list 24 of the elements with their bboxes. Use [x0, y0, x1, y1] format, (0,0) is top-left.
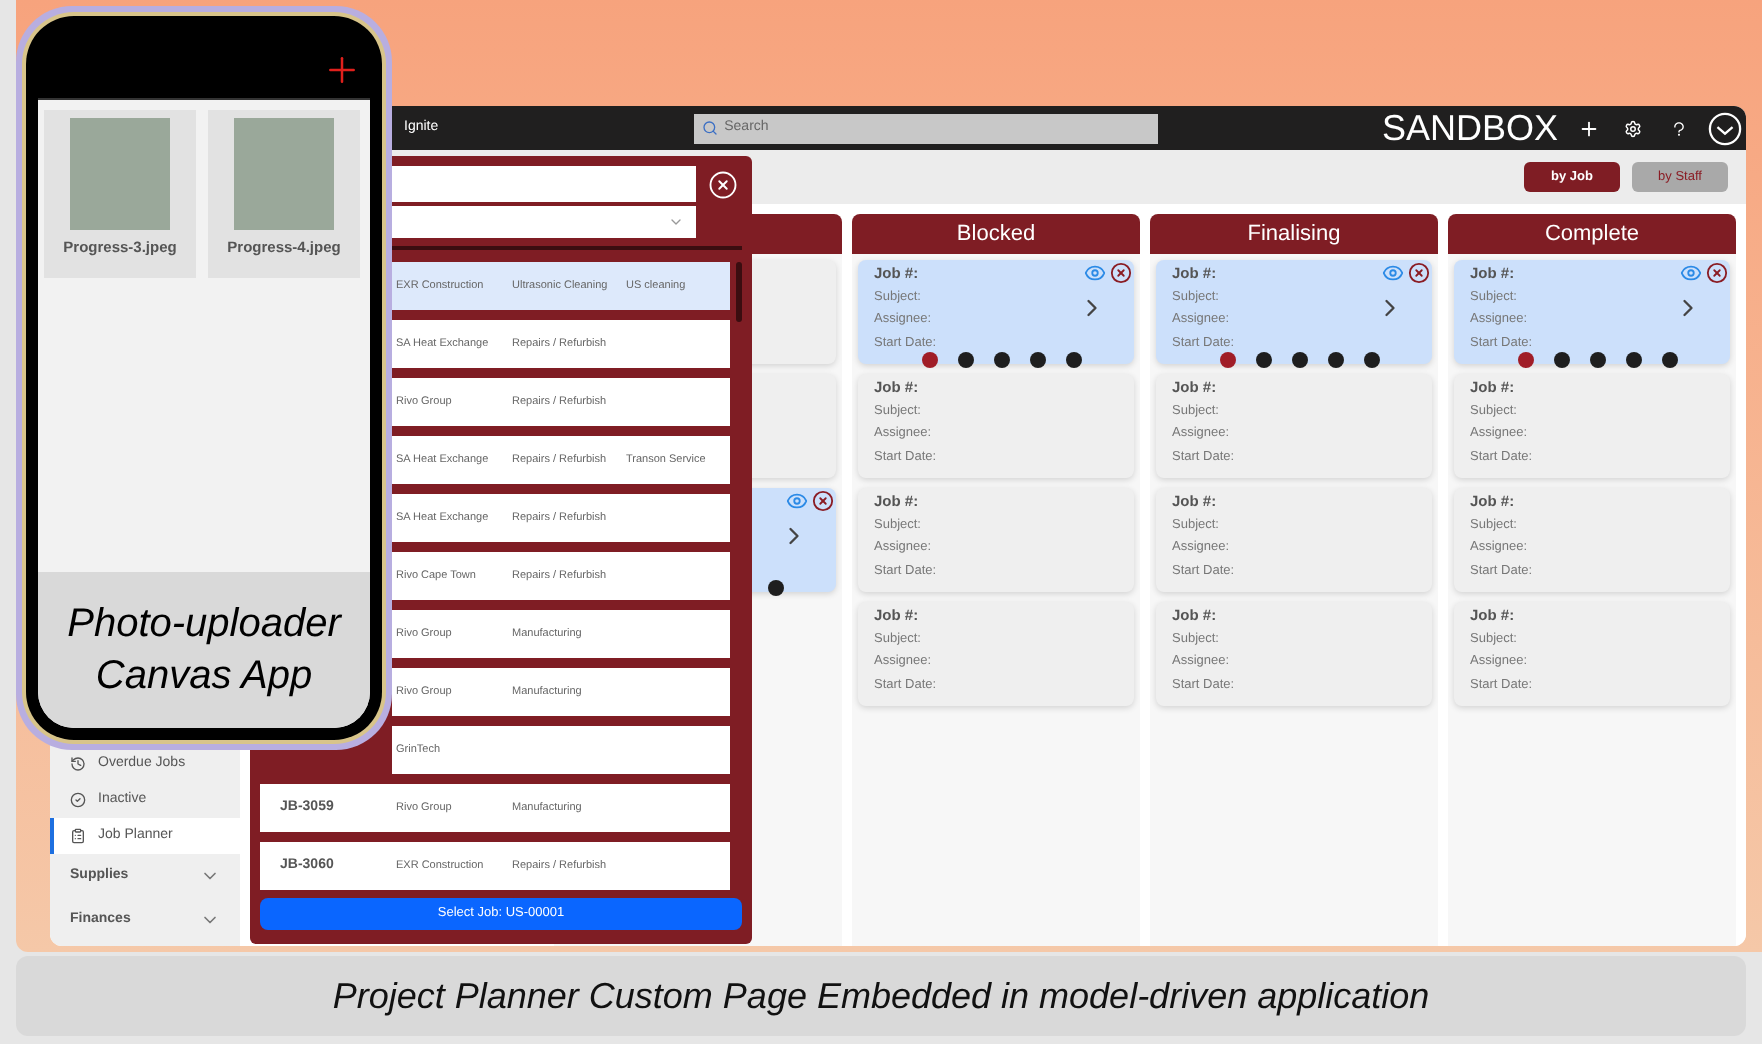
- column-header: Blocked: [852, 214, 1140, 254]
- clock-icon: [70, 756, 86, 772]
- photo-placeholder: [234, 118, 334, 230]
- environment-label: SANDBOX: [1381, 110, 1558, 146]
- scrollbar[interactable]: [736, 262, 742, 322]
- remove-icon[interactable]: [1408, 262, 1430, 284]
- remove-icon[interactable]: [1706, 262, 1728, 284]
- column-header: Finalising: [1150, 214, 1438, 254]
- caption: Project Planner Custom Page Embedded in model-driven application: [332, 973, 1430, 1020]
- profile-icon[interactable]: [1708, 111, 1742, 145]
- chevron-down-icon: [668, 214, 684, 230]
- clipboard-icon: [70, 828, 86, 844]
- photo-placeholder: [70, 118, 170, 230]
- help-icon[interactable]: [1670, 119, 1688, 137]
- check-circle-icon: [70, 792, 86, 808]
- settings-icon[interactable]: [1624, 119, 1642, 137]
- phone-label: Photo-uploader Canvas App: [65, 600, 344, 702]
- column-header: Complete: [1448, 214, 1736, 254]
- close-icon[interactable]: [708, 170, 738, 200]
- remove-icon[interactable]: [1110, 262, 1132, 284]
- remove-icon[interactable]: [812, 490, 834, 512]
- search-icon: [702, 120, 719, 136]
- search-input[interactable]: [390, 166, 696, 202]
- add-icon[interactable]: [1578, 117, 1600, 139]
